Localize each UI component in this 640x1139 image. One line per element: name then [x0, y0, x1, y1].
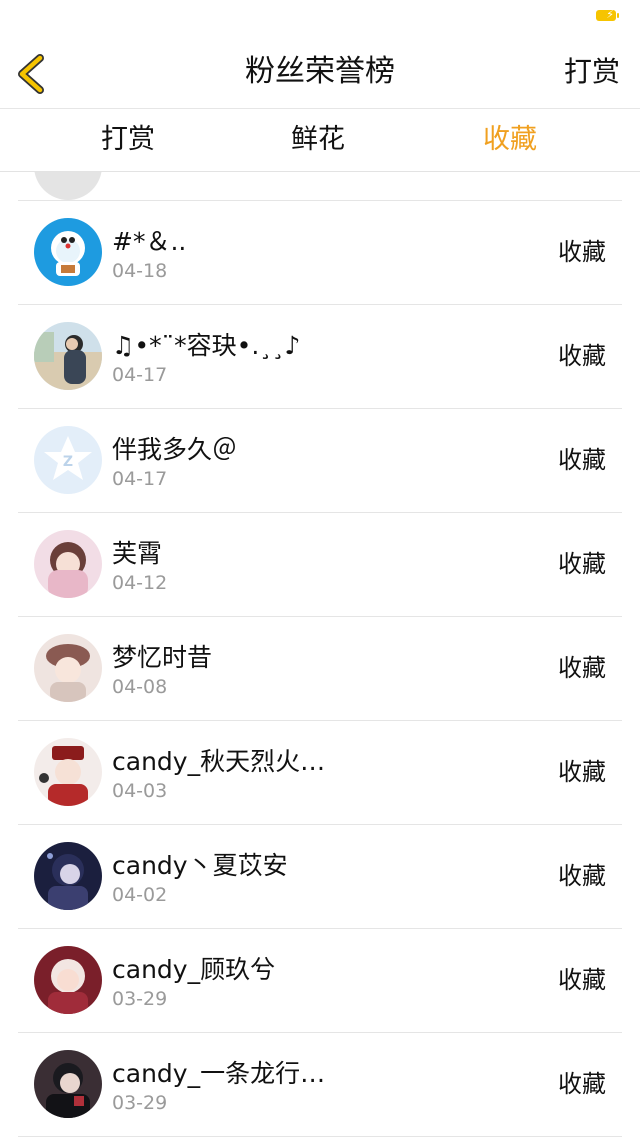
- anime-avatar-icon: [34, 1050, 102, 1118]
- fan-name: 梦忆时昔: [112, 643, 213, 672]
- fan-date: 04-17: [112, 468, 168, 490]
- anime-avatar-icon: [34, 634, 102, 702]
- battery-charging-icon: ⚡: [596, 8, 619, 21]
- avatar: [34, 946, 102, 1014]
- doraemon-avatar-icon: [34, 218, 102, 286]
- list-item[interactable]: candy_一条龙行… 03-29 收藏: [18, 1032, 622, 1137]
- avatar: [34, 322, 102, 390]
- fan-name: #*＆..: [112, 227, 187, 256]
- reward-button[interactable]: 打赏: [564, 36, 620, 108]
- tab-favorites[interactable]: 收藏: [440, 109, 580, 171]
- fan-name: candy_顾玖兮: [112, 955, 276, 984]
- fan-name: ♫•*¨*容玦•.¸¸♪: [112, 331, 301, 360]
- avatar: Z: [34, 426, 102, 494]
- photo-avatar-icon: [34, 322, 102, 390]
- fan-date: 04-03: [112, 780, 168, 802]
- avatar: [34, 842, 102, 910]
- list-item[interactable]: 梦忆时昔 04-08 收藏: [18, 616, 622, 721]
- fan-name: candy_一条龙行…: [112, 1059, 326, 1088]
- fan-date: 04-08: [112, 676, 168, 698]
- list-item[interactable]: ♫•*¨*容玦•.¸¸♪ 04-17 收藏: [18, 304, 622, 409]
- list-item[interactable]: candy_顾玖兮 03-29 收藏: [18, 928, 622, 1033]
- list-item[interactable]: [18, 172, 622, 201]
- fan-list: #*＆.. 04-18 收藏 ♫•*¨*容玦•.¸¸♪ 04-17 收藏 Z 伴…: [18, 172, 622, 1139]
- list-item[interactable]: #*＆.. 04-18 收藏: [18, 200, 622, 305]
- qq-default-avatar-icon: Z: [34, 426, 102, 494]
- list-item[interactable]: candy_秋天烈火… 04-03 收藏: [18, 720, 622, 825]
- list-item[interactable]: 芙霄 04-12 收藏: [18, 512, 622, 617]
- fan-name: 伴我多久＠: [112, 435, 238, 464]
- avatar: [34, 172, 102, 200]
- favorite-label: 收藏: [558, 550, 606, 578]
- favorite-label: 收藏: [558, 758, 606, 786]
- fan-date: 04-18: [112, 260, 168, 282]
- fan-date: 04-12: [112, 572, 168, 594]
- anime-avatar-icon: [34, 842, 102, 910]
- fan-date: 04-17: [112, 364, 168, 386]
- tab-reward[interactable]: 打赏: [58, 109, 198, 171]
- navigation-header: 粉丝荣誉榜 打赏: [0, 36, 640, 109]
- favorite-label: 收藏: [558, 342, 606, 370]
- anime-avatar-icon: [34, 530, 102, 598]
- favorite-label: 收藏: [558, 238, 606, 266]
- fan-date: 04-02: [112, 884, 168, 906]
- tab-flowers[interactable]: 鲜花: [248, 109, 388, 171]
- tab-bar: 打赏 鲜花 收藏: [0, 109, 640, 172]
- chevron-left-icon: [18, 54, 44, 94]
- fan-name: candy丶夏苡安: [112, 851, 288, 880]
- fan-date: 03-29: [112, 988, 168, 1010]
- favorite-label: 收藏: [558, 446, 606, 474]
- fan-name: candy_秋天烈火…: [112, 747, 326, 776]
- svg-text:Z: Z: [63, 454, 73, 470]
- avatar: [34, 218, 102, 286]
- anime-avatar-icon: [34, 946, 102, 1014]
- status-bar: ⚡: [0, 0, 640, 36]
- favorite-label: 收藏: [558, 654, 606, 682]
- avatar: [34, 634, 102, 702]
- fan-date: 03-29: [112, 1092, 168, 1114]
- favorite-label: 收藏: [558, 862, 606, 890]
- avatar: [34, 530, 102, 598]
- favorite-label: 收藏: [558, 1070, 606, 1098]
- list-item[interactable]: candy丶夏苡安 04-02 收藏: [18, 824, 622, 929]
- favorite-label: 收藏: [558, 966, 606, 994]
- fan-name: 芙霄: [112, 539, 163, 568]
- page-title: 粉丝荣誉榜: [245, 54, 395, 89]
- avatar: [34, 1050, 102, 1118]
- anime-avatar-icon: [34, 738, 102, 806]
- list-item[interactable]: Z 伴我多久＠ 04-17 收藏: [18, 408, 622, 513]
- avatar: [34, 738, 102, 806]
- back-button[interactable]: [10, 50, 58, 98]
